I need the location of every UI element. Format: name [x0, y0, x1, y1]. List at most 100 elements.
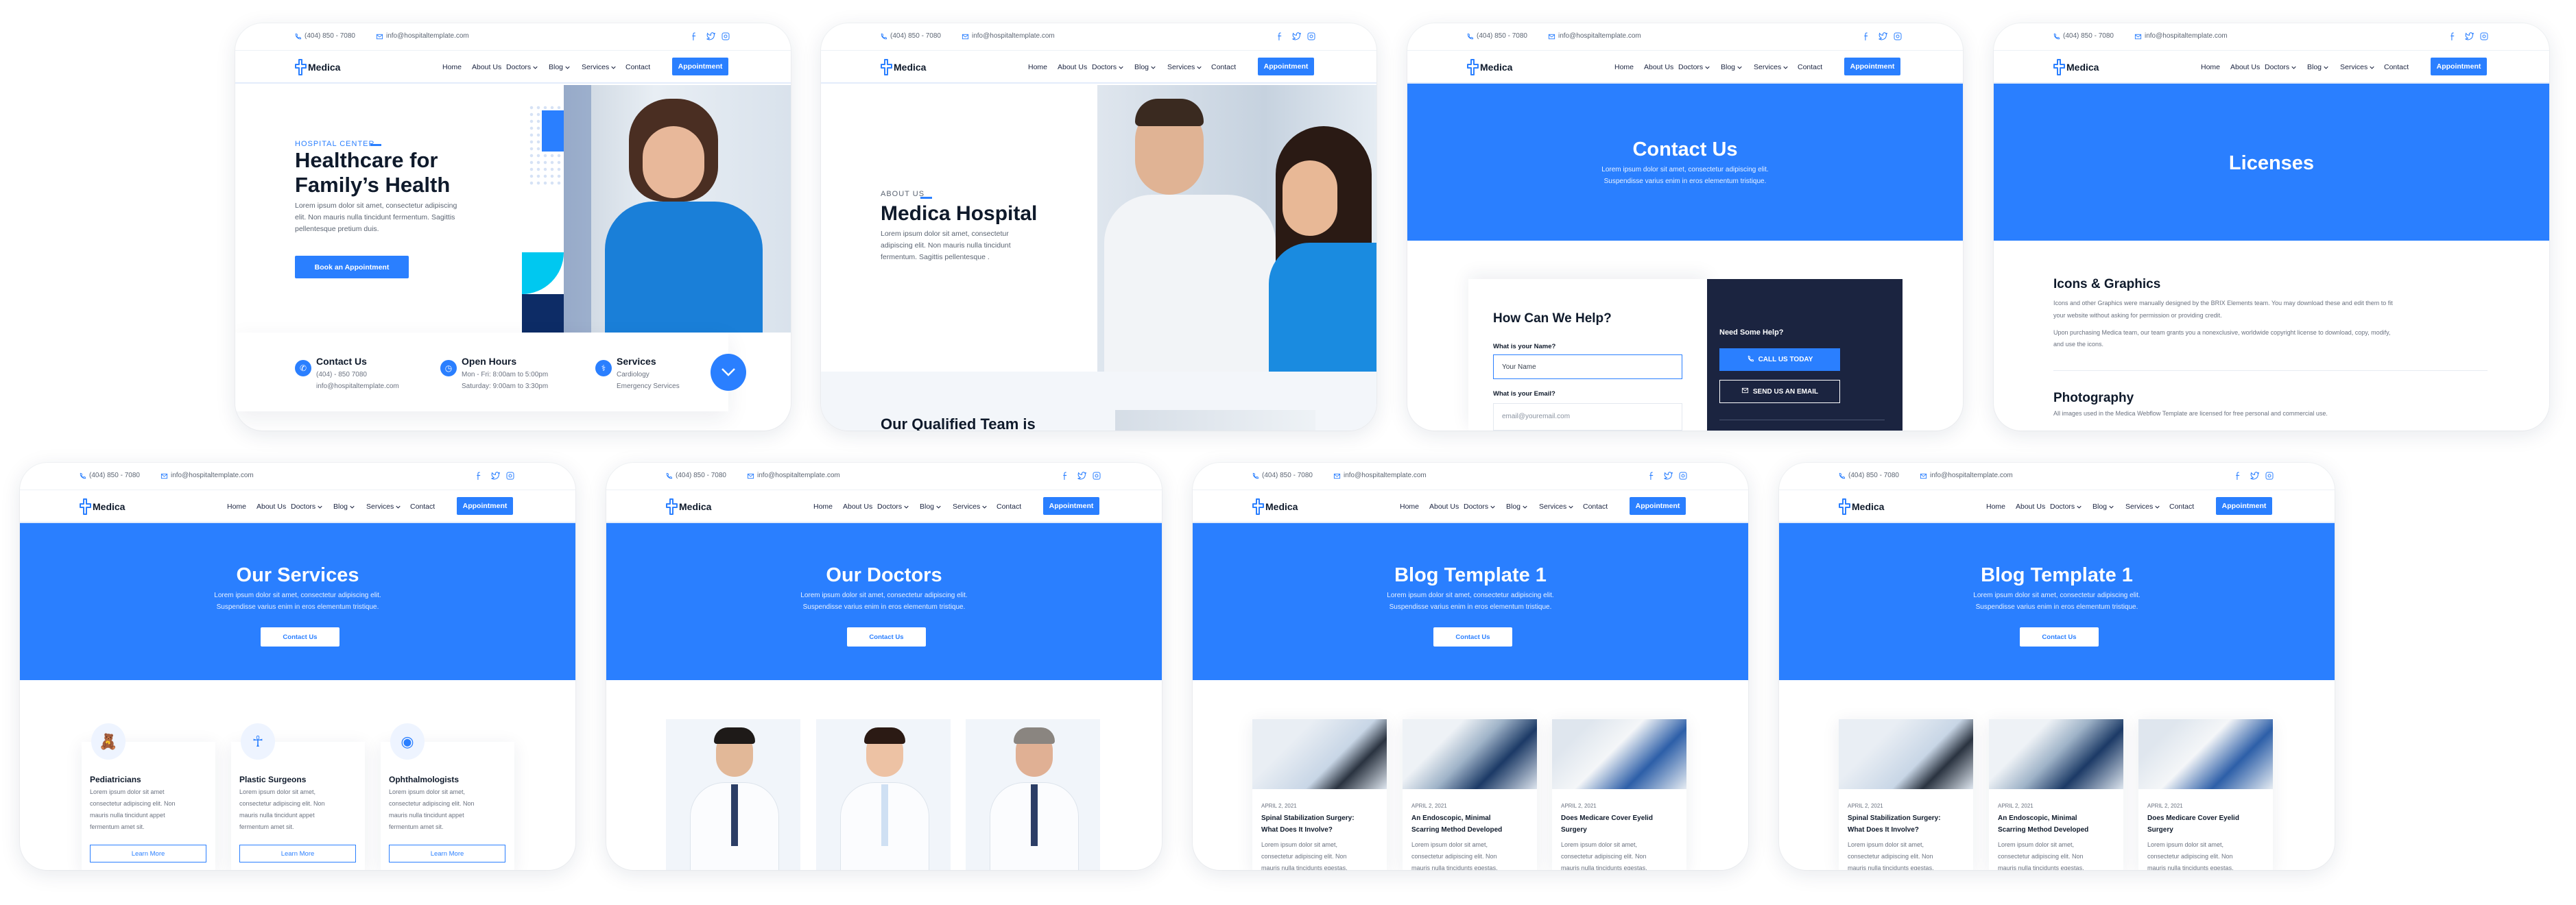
nav-blog[interactable]: Blog [333, 503, 355, 511]
header-email[interactable]: info@hospitaltemplate.com [1558, 32, 1641, 40]
logo-icon[interactable] [1252, 498, 1265, 519]
name-input[interactable]: Your Name [1493, 354, 1682, 379]
nav-doctors[interactable]: Doctors [1092, 63, 1123, 71]
nav-about-us[interactable]: About Us [2016, 503, 2045, 511]
email-input[interactable]: email@youremail.com [1493, 403, 1682, 431]
appointment-button[interactable]: Appointment [1844, 58, 1900, 75]
facebook-icon[interactable] [1649, 472, 1654, 483]
nav-contact[interactable]: Contact [625, 63, 650, 71]
contact-us-button[interactable]: Contact Us [847, 627, 926, 647]
twitter-icon[interactable] [1292, 32, 1301, 43]
logo-text[interactable]: Medica [894, 62, 926, 73]
facebook-icon[interactable] [691, 32, 697, 43]
header-email[interactable]: info@hospitaltemplate.com [1930, 472, 2013, 479]
nav-blog[interactable]: Blog [1134, 63, 1156, 71]
nav-blog[interactable]: Blog [920, 503, 941, 511]
logo-icon[interactable] [880, 58, 894, 80]
logo-icon[interactable] [79, 498, 93, 519]
header-phone[interactable]: (404) 850 - 7080 [890, 32, 941, 40]
nav-contact[interactable]: Contact [2384, 63, 2409, 71]
logo-icon[interactable] [1838, 498, 1852, 519]
header-phone[interactable]: (404) 850 - 7080 [1262, 472, 1313, 479]
nav-contact[interactable]: Contact [1211, 63, 1236, 71]
logo-text[interactable]: Medica [1265, 501, 1298, 512]
post-title[interactable]: Scarring Method Developed [1998, 826, 2088, 834]
nav-doctors[interactable]: Doctors [877, 503, 909, 511]
logo-text[interactable]: Medica [679, 501, 711, 512]
instagram-icon[interactable] [1307, 32, 1315, 43]
header-phone[interactable]: (404) 850 - 7080 [89, 472, 140, 479]
nav-services[interactable]: Services [1167, 63, 1202, 71]
nav-blog[interactable]: Blog [2092, 503, 2114, 511]
logo-icon[interactable] [294, 58, 308, 80]
twitter-icon[interactable] [2465, 32, 2474, 43]
nav-services[interactable]: Services [1539, 503, 1573, 511]
instagram-icon[interactable] [1093, 472, 1101, 482]
logo-icon[interactable] [665, 498, 679, 519]
appointment-button[interactable]: Appointment [1043, 497, 1099, 515]
nav-home[interactable]: Home [1400, 503, 1419, 511]
nav-blog[interactable]: Blog [2307, 63, 2328, 71]
appointment-button[interactable]: Appointment [1258, 58, 1314, 75]
contact-us-button[interactable]: Contact Us [261, 627, 339, 647]
logo-text[interactable]: Medica [308, 62, 340, 73]
post-title[interactable]: An Endoscopic, Minimal [1411, 814, 1491, 822]
header-phone[interactable]: (404) 850 - 7080 [676, 472, 726, 479]
facebook-icon[interactable] [1863, 32, 1869, 43]
nav-doctors[interactable]: Doctors [2050, 503, 2082, 511]
facebook-icon[interactable] [2235, 472, 2241, 483]
header-email[interactable]: info@hospitaltemplate.com [1344, 472, 1427, 479]
nav-doctors[interactable]: Doctors [1464, 503, 1495, 511]
facebook-icon[interactable] [476, 472, 481, 483]
nav-home[interactable]: Home [2201, 63, 2220, 71]
nav-contact[interactable]: Contact [1583, 503, 1608, 511]
nav-services[interactable]: Services [2340, 63, 2374, 71]
instagram-icon[interactable] [2480, 32, 2488, 43]
twitter-icon[interactable] [1664, 472, 1673, 482]
nav-services[interactable]: Services [582, 63, 616, 71]
appointment-button[interactable]: Appointment [672, 58, 728, 75]
post-title[interactable]: Spinal Stabilization Surgery: [1848, 814, 1941, 822]
learn-more-button[interactable]: Learn More [90, 845, 206, 862]
post-title[interactable]: Does Medicare Cover Eyelid [2147, 814, 2239, 822]
nav-home[interactable]: Home [1614, 63, 1634, 71]
nav-blog[interactable]: Blog [1721, 63, 1742, 71]
twitter-icon[interactable] [1879, 32, 1887, 43]
logo-text[interactable]: Medica [93, 501, 125, 512]
post-title[interactable]: What Does It Involve? [1261, 826, 1333, 834]
nav-blog[interactable]: Blog [549, 63, 570, 71]
header-phone[interactable]: (404) 850 - 7080 [305, 32, 355, 40]
nav-services[interactable]: Services [366, 503, 401, 511]
post-title[interactable]: What Does It Involve? [1848, 826, 1919, 834]
logo-text[interactable]: Medica [2066, 62, 2099, 73]
instagram-icon[interactable] [721, 32, 730, 43]
post-title[interactable]: Does Medicare Cover Eyelid [1561, 814, 1653, 822]
twitter-icon[interactable] [2250, 472, 2259, 482]
appointment-button[interactable]: Appointment [457, 497, 513, 515]
learn-more-button[interactable]: Learn More [239, 845, 356, 862]
appointment-button[interactable]: Appointment [2216, 497, 2272, 515]
instagram-icon[interactable] [1894, 32, 1902, 43]
nav-about-us[interactable]: About Us [2230, 63, 2260, 71]
post-title[interactable]: Scarring Method Developed [1411, 826, 1502, 834]
header-phone[interactable]: (404) 850 - 7080 [2063, 32, 2114, 40]
nav-doctors[interactable]: Doctors [2265, 63, 2296, 71]
twitter-icon[interactable] [1077, 472, 1086, 482]
header-email[interactable]: info@hospitaltemplate.com [972, 32, 1055, 40]
header-email[interactable]: info@hospitaltemplate.com [757, 472, 840, 479]
header-email[interactable]: info@hospitaltemplate.com [386, 32, 469, 40]
nav-doctors[interactable]: Doctors [1678, 63, 1710, 71]
learn-more-button[interactable]: Learn More [389, 845, 505, 862]
contact-us-button[interactable]: Contact Us [1433, 627, 1512, 647]
post-title[interactable]: An Endoscopic, Minimal [1998, 814, 2077, 822]
header-phone[interactable]: (404) 850 - 7080 [1848, 472, 1899, 479]
nav-doctors[interactable]: Doctors [506, 63, 538, 71]
header-email[interactable]: info@hospitaltemplate.com [171, 472, 254, 479]
header-email[interactable]: info@hospitaltemplate.com [2145, 32, 2228, 40]
nav-blog[interactable]: Blog [1506, 503, 1527, 511]
logo-text[interactable]: Medica [1852, 501, 1884, 512]
header-phone[interactable]: (404) 850 - 7080 [1477, 32, 1527, 40]
nav-home[interactable]: Home [227, 503, 246, 511]
facebook-icon[interactable] [2450, 32, 2455, 43]
nav-about-us[interactable]: About Us [1644, 63, 1673, 71]
